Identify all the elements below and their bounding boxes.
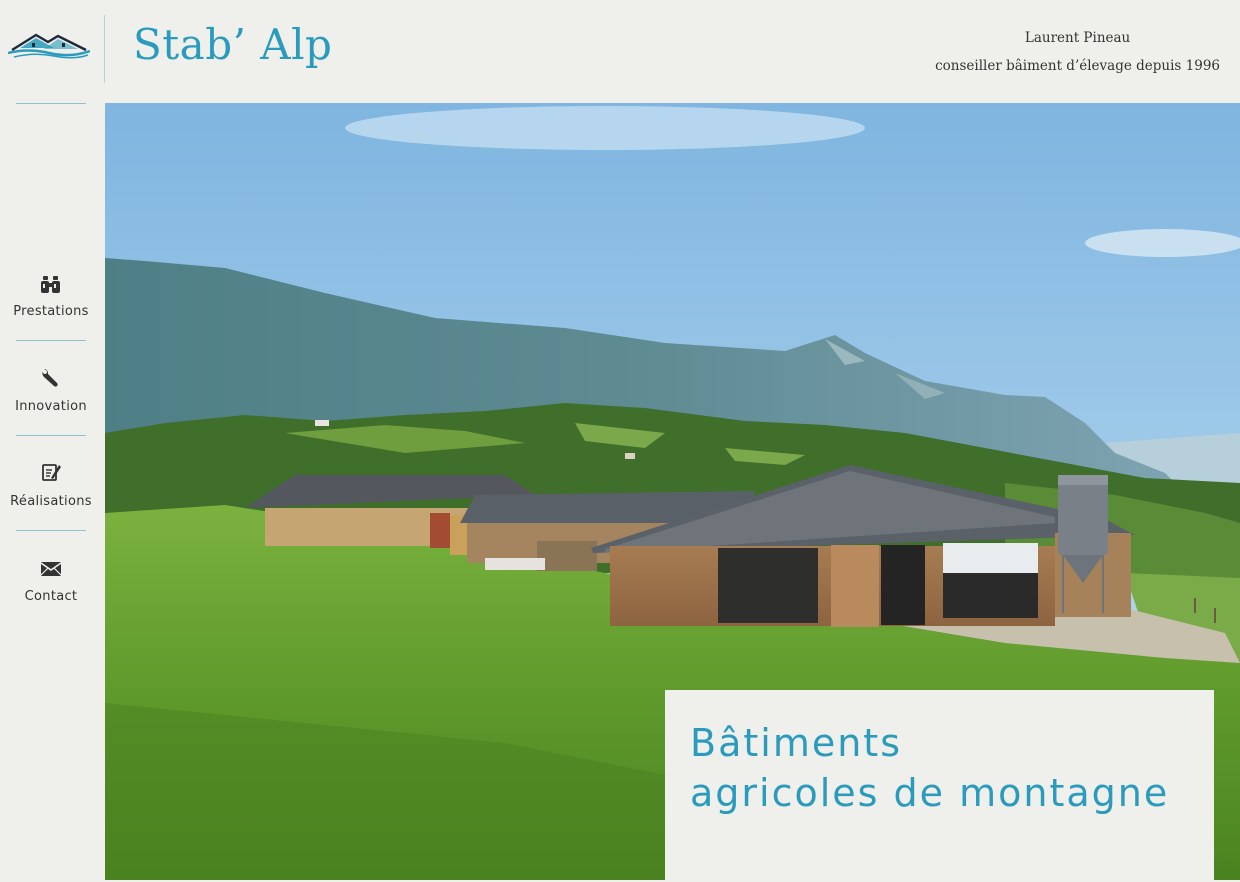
sidebar-item-contact[interactable]: Contact xyxy=(0,553,105,648)
sidebar-item-label: Contact xyxy=(24,589,78,604)
owner-tagline: Laurent Pineau conseiller bâiment d’élev… xyxy=(935,24,1220,80)
sidebar-divider xyxy=(16,103,86,104)
sidebar-divider xyxy=(16,340,86,341)
header-divider xyxy=(104,15,105,83)
sidebar-item-label: Réalisations xyxy=(10,494,92,509)
sidebar-item-realisations[interactable]: Réalisations xyxy=(0,458,105,553)
sidebar-item-label: Innovation xyxy=(15,399,87,414)
brand-title[interactable]: Stab’ Alp xyxy=(133,20,332,69)
hero-title-line1: Bâtiments xyxy=(690,721,902,765)
hero-title-line2: agricoles de montagne xyxy=(690,771,1170,815)
sidebar-divider xyxy=(16,530,86,531)
sidebar-divider xyxy=(16,435,86,436)
site-header: Stab’ Alp Laurent Pineau conseiller bâim… xyxy=(0,0,1240,103)
sidebar-item-innovation[interactable]: Innovation xyxy=(0,363,105,458)
binoculars-icon xyxy=(41,276,60,293)
wrench-icon xyxy=(41,367,58,387)
house-roof-wave-icon[interactable] xyxy=(8,30,90,60)
owner-role: conseiller bâiment d’élevage depuis 1996 xyxy=(935,58,1220,74)
sidebar-nav: Prestations Innovation Réalisations Cont… xyxy=(0,103,105,882)
edit-document-icon xyxy=(42,464,61,481)
hero-title: Bâtiments agricoles de montagne xyxy=(690,718,1169,818)
owner-name: Laurent Pineau xyxy=(1024,30,1131,46)
envelope-icon xyxy=(40,562,62,576)
sidebar-item-prestations[interactable]: Prestations xyxy=(0,268,105,363)
sidebar-item-label: Prestations xyxy=(13,304,89,319)
